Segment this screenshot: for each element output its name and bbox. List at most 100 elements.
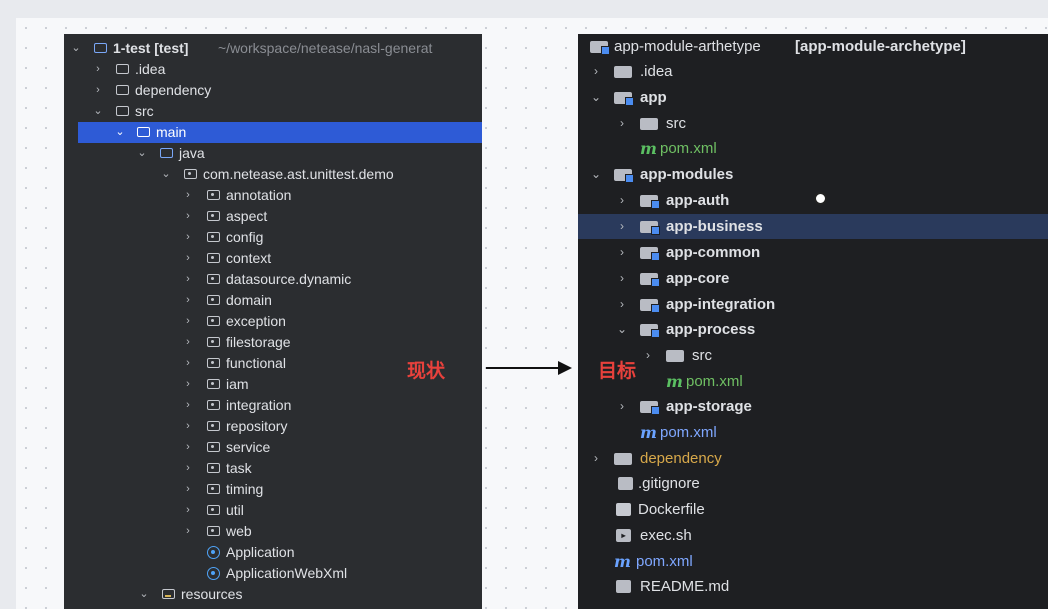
chevron-right-icon[interactable]: › [182, 500, 194, 521]
tree-row-app[interactable]: ⌄ app [578, 85, 1048, 110]
tree-row-process-pom[interactable]: m pom.xml [578, 369, 1048, 394]
chevron-right-icon[interactable]: › [182, 521, 194, 542]
chevron-down-icon[interactable]: ⌄ [160, 164, 172, 185]
chevron-right-icon[interactable]: › [616, 266, 628, 291]
tree-row-app-process[interactable]: ⌄ app-process [578, 317, 1048, 342]
tree-row-package[interactable]: › filestorage [64, 332, 482, 353]
tree-row-readme[interactable]: README.md [578, 574, 1048, 599]
chevron-right-icon[interactable]: › [616, 394, 628, 419]
tree-row-class-applicationwebxml[interactable]: ApplicationWebXml [64, 563, 482, 584]
tree-label: aspect [226, 208, 268, 224]
tree-row-gitignore[interactable]: .gitignore [578, 471, 1048, 496]
tree-row-dependency[interactable]: › dependency [578, 446, 1048, 471]
tree-row-package[interactable]: › timing [64, 479, 482, 500]
folder-icon [640, 118, 658, 130]
tree-row-package[interactable]: › task [64, 458, 482, 479]
chevron-right-icon[interactable]: › [182, 416, 194, 437]
tree-row-app-auth[interactable]: › app-auth [578, 188, 1048, 213]
tree-row-package-root[interactable]: ⌄ com.netease.ast.unittest.demo [64, 164, 482, 185]
tree-row-dependency[interactable]: › dependency [64, 80, 482, 101]
chevron-right-icon[interactable]: › [182, 311, 194, 332]
tree-row-package[interactable]: › exception [64, 311, 482, 332]
chevron-down-icon[interactable]: ⌄ [114, 122, 126, 143]
package-icon [207, 463, 220, 473]
chevron-right-icon[interactable]: › [182, 374, 194, 395]
package-icon [184, 169, 197, 179]
tree-row-package[interactable]: › config [64, 227, 482, 248]
tree-label: app-integration [666, 296, 776, 313]
tree-row-app-core[interactable]: › app-core [578, 266, 1048, 291]
tree-row-root[interactable]: ⌄ 1-test [test] ~/workspace/netease/nasl… [64, 38, 482, 59]
chevron-right-icon[interactable]: › [642, 343, 654, 368]
module-folder-icon [614, 92, 634, 106]
chevron-right-icon[interactable]: › [182, 458, 194, 479]
tree-row-java[interactable]: ⌄ java [64, 143, 482, 164]
package-icon [207, 358, 220, 368]
tree-row-package[interactable]: › web [64, 521, 482, 542]
chevron-right-icon[interactable]: › [182, 353, 194, 374]
tree-row-idea[interactable]: › .idea [64, 59, 482, 80]
tree-row-package[interactable]: › integration [64, 395, 482, 416]
chevron-right-icon[interactable]: › [182, 185, 194, 206]
tree-row-main-selected[interactable]: ⌄ main [78, 122, 482, 143]
tree-label: Application [226, 544, 295, 560]
chevron-down-icon[interactable]: ⌄ [138, 584, 150, 605]
tree-row-app-integration[interactable]: › app-integration [578, 292, 1048, 317]
tree-label: main [156, 124, 187, 140]
chevron-down-icon[interactable]: ⌄ [590, 85, 602, 110]
tree-label: filestorage [226, 334, 291, 350]
chevron-right-icon[interactable]: › [92, 59, 104, 80]
tree-row-package[interactable]: › domain [64, 290, 482, 311]
chevron-right-icon[interactable]: › [616, 292, 628, 317]
chevron-right-icon[interactable]: › [616, 188, 628, 213]
tree-row-app-business-selected[interactable]: › app-business [578, 214, 1048, 239]
tree-row-app-common[interactable]: › app-common [578, 240, 1048, 265]
tree-row-root[interactable]: app-module-arthetype [app-module-archety… [578, 34, 1048, 59]
tree-label: app-core [666, 270, 730, 287]
chevron-right-icon[interactable]: › [590, 446, 602, 471]
package-icon [207, 505, 220, 515]
tree-row-resources[interactable]: ⌄ resources [64, 584, 482, 605]
chevron-right-icon[interactable]: › [182, 332, 194, 353]
chevron-right-icon[interactable]: › [590, 59, 602, 84]
tree-row-package[interactable]: › context [64, 248, 482, 269]
tree-row-package[interactable]: › annotation [64, 185, 482, 206]
chevron-right-icon[interactable]: › [182, 437, 194, 458]
chevron-down-icon[interactable]: ⌄ [92, 101, 104, 122]
tree-row-src[interactable]: › src [578, 111, 1048, 136]
chevron-right-icon[interactable]: › [616, 214, 628, 239]
chevron-right-icon[interactable]: › [616, 240, 628, 265]
tree-label: dependency [135, 82, 212, 98]
tree-row-root-pom[interactable]: m pom.xml [578, 549, 1048, 574]
tree-row-modules-pom[interactable]: m pom.xml [578, 420, 1048, 445]
chevron-right-icon[interactable]: › [182, 206, 194, 227]
chevron-right-icon[interactable]: › [182, 227, 194, 248]
chevron-right-icon[interactable]: › [182, 479, 194, 500]
spring-class-icon [207, 546, 220, 559]
tree-row-app-storage[interactable]: › app-storage [578, 394, 1048, 419]
chevron-down-icon[interactable]: ⌄ [70, 38, 82, 59]
tree-row-process-src[interactable]: › src [578, 343, 1048, 368]
tree-row-pom[interactable]: m pom.xml [578, 136, 1048, 161]
tree-label: config [226, 229, 264, 245]
chevron-right-icon[interactable]: › [182, 395, 194, 416]
tree-row-package[interactable]: › repository [64, 416, 482, 437]
tree-row-src[interactable]: ⌄ src [64, 101, 482, 122]
tree-row-exec-sh[interactable]: ▸ exec.sh [578, 523, 1048, 548]
chevron-down-icon[interactable]: ⌄ [136, 143, 148, 164]
tree-row-package[interactable]: › util [64, 500, 482, 521]
tree-row-package[interactable]: › aspect [64, 206, 482, 227]
tree-row-class-application[interactable]: Application [64, 542, 482, 563]
tree-row-package[interactable]: › datasource.dynamic [64, 269, 482, 290]
chevron-right-icon[interactable]: › [182, 269, 194, 290]
tree-row-dockerfile[interactable]: Dockerfile [578, 497, 1048, 522]
chevron-right-icon[interactable]: › [182, 248, 194, 269]
chevron-down-icon[interactable]: ⌄ [590, 162, 602, 187]
chevron-right-icon[interactable]: › [616, 111, 628, 136]
tree-row-package[interactable]: › service [64, 437, 482, 458]
chevron-right-icon[interactable]: › [182, 290, 194, 311]
chevron-down-icon[interactable]: ⌄ [616, 317, 628, 342]
tree-row-idea[interactable]: › .idea [578, 59, 1048, 84]
chevron-right-icon[interactable]: › [92, 80, 104, 101]
tree-row-app-modules[interactable]: ⌄ app-modules [578, 162, 1048, 187]
